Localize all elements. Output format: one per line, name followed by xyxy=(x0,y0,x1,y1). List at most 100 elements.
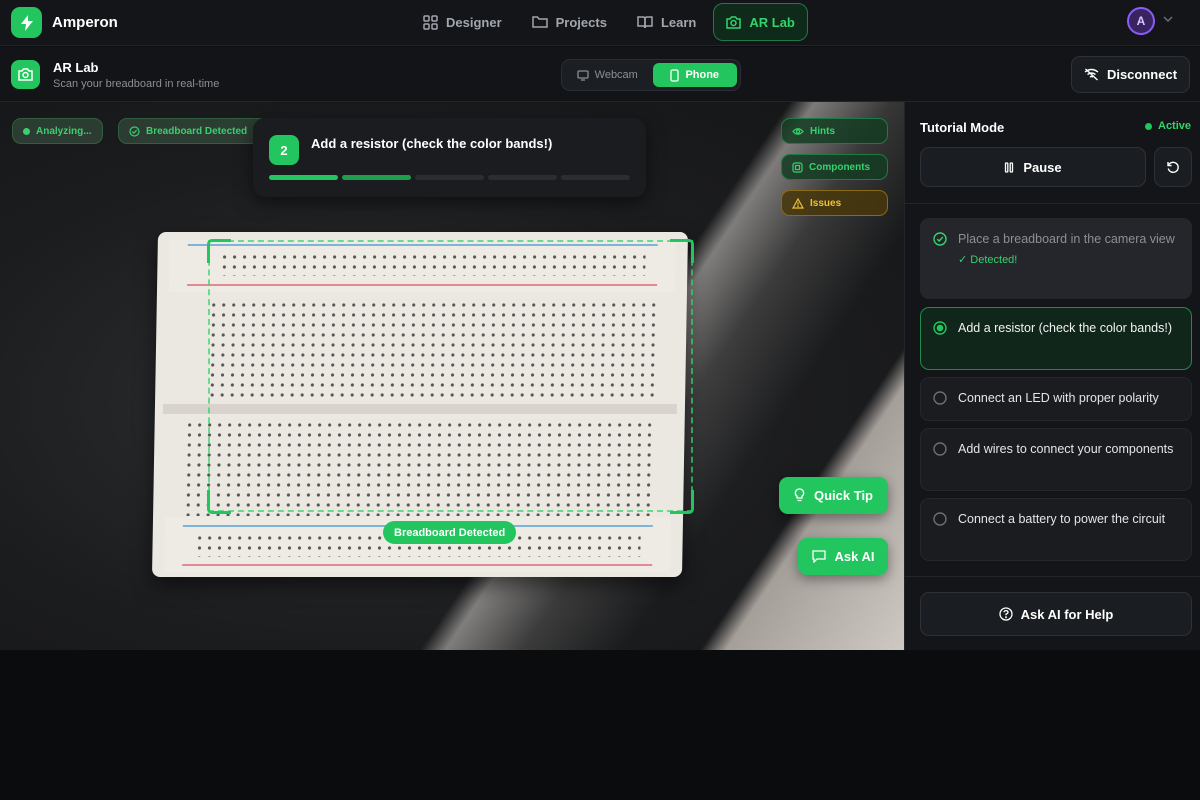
circle-icon xyxy=(933,442,947,456)
tab-projects[interactable]: Projects xyxy=(519,3,620,41)
grid-icon xyxy=(423,14,438,30)
webcam-option[interactable]: Webcam xyxy=(565,63,650,87)
circle-icon xyxy=(933,391,947,405)
progress-segment xyxy=(269,175,338,180)
ask-help-label: Ask AI for Help xyxy=(1020,606,1114,622)
tutorial-title: Tutorial Mode xyxy=(920,120,1005,135)
analyzing-status: Analyzing... xyxy=(12,118,103,144)
chevron-down-icon[interactable] xyxy=(1162,13,1174,25)
hints-label: Hints xyxy=(810,125,835,137)
main-tabs: Designer Projects Learn AR Lab xyxy=(410,3,808,41)
detected-status: Breadboard Detected xyxy=(118,118,268,144)
eye-icon xyxy=(792,127,804,135)
message-icon xyxy=(811,550,826,563)
current-step-card: 2 Add a resistor (check the color bands!… xyxy=(253,118,646,197)
step-text: Connect an LED with proper polarity xyxy=(958,391,1159,405)
camera-icon xyxy=(726,15,742,29)
tutorial-panel: Tutorial Mode Active Pause Place a bread… xyxy=(904,102,1200,650)
wifi-off-icon xyxy=(1084,68,1099,81)
tutorial-step[interactable]: Connect a battery to power the circuit xyxy=(920,498,1192,561)
progress-segment xyxy=(488,175,557,180)
top-nav: Amperon Designer Projects Learn AR Lab A xyxy=(0,0,1200,46)
components-label: Components xyxy=(809,161,871,173)
tab-label: Projects xyxy=(555,14,607,30)
tutorial-step[interactable]: Connect an LED with proper polarity xyxy=(920,377,1192,421)
tutorial-step[interactable]: Place a breadboard in the camera view ✓ … xyxy=(920,218,1192,299)
status-badge: Active xyxy=(1145,120,1191,132)
rotate-ccw-icon xyxy=(1167,161,1179,173)
tab-label: Designer xyxy=(446,14,502,30)
book-icon xyxy=(637,16,653,29)
radio-selected-icon xyxy=(933,321,947,335)
step-text: Add wires to connect your components xyxy=(958,442,1174,456)
ask-ai-help-button[interactable]: Ask AI for Help xyxy=(920,592,1192,636)
step-text: Add a resistor (check the color bands!) xyxy=(958,321,1172,335)
source-toggle: Webcam Phone xyxy=(561,59,741,91)
detection-corner xyxy=(207,239,231,263)
tab-learn[interactable]: Learn xyxy=(624,3,709,41)
monitor-icon xyxy=(576,69,589,81)
divider xyxy=(905,576,1200,577)
disconnect-button[interactable]: Disconnect xyxy=(1071,56,1190,93)
pause-icon xyxy=(1005,161,1014,173)
tab-designer[interactable]: Designer xyxy=(410,3,515,41)
help-circle-icon xyxy=(998,607,1013,621)
hints-toggle[interactable]: Hints xyxy=(781,118,888,144)
restart-button[interactable] xyxy=(1154,147,1192,187)
progress-segment xyxy=(561,175,630,180)
step-text: Connect a battery to power the circuit xyxy=(958,512,1166,526)
warning-icon xyxy=(792,197,804,209)
step-text: Place a breadboard in the camera view xyxy=(958,232,1175,246)
detection-corner xyxy=(670,490,694,514)
check-circle-icon xyxy=(129,125,140,137)
camera-icon xyxy=(11,60,40,89)
circle-icon xyxy=(933,512,947,526)
quick-tip-button[interactable]: Quick Tip xyxy=(779,477,888,514)
avatar[interactable]: A xyxy=(1127,7,1155,35)
detection-box xyxy=(208,240,693,512)
status-dot xyxy=(1145,122,1152,130)
step-note: ✓ Detected! xyxy=(958,254,1018,266)
progress-segment xyxy=(415,175,484,180)
tutorial-step[interactable]: Add a resistor (check the color bands!) xyxy=(920,307,1192,370)
chip-icon xyxy=(792,161,803,173)
issues-toggle[interactable]: Issues xyxy=(781,190,888,216)
folder-icon xyxy=(531,16,548,28)
pause-button[interactable]: Pause xyxy=(920,147,1146,187)
detection-corner xyxy=(207,490,231,514)
phone-option[interactable]: Phone xyxy=(652,63,737,87)
tutorial-step[interactable]: Add wires to connect your components xyxy=(920,428,1192,491)
bolt-icon xyxy=(11,7,42,38)
phone-label: Phone xyxy=(685,69,720,81)
detection-corner xyxy=(670,239,694,263)
disconnect-label: Disconnect xyxy=(1106,67,1178,82)
brand[interactable]: Amperon xyxy=(11,7,118,38)
phone-icon xyxy=(670,68,680,82)
detected-status-label: Breadboard Detected xyxy=(146,125,248,137)
progress-segment xyxy=(342,175,411,180)
tab-label: AR Lab xyxy=(749,14,795,30)
quick-tip-label: Quick Tip xyxy=(814,488,873,503)
tab-ar-lab[interactable]: AR Lab xyxy=(713,3,808,41)
status-dot xyxy=(23,127,30,135)
tab-label: Learn xyxy=(660,14,697,30)
step-text: Add a resistor (check the color bands!) xyxy=(311,136,553,151)
app-name: Amperon xyxy=(52,14,118,31)
lightbulb-icon xyxy=(794,488,805,502)
detection-label: Breadboard Detected xyxy=(383,521,517,544)
step-progress xyxy=(269,175,630,180)
page-header: AR Lab Scan your breadboard in real-time… xyxy=(0,47,1200,102)
ask-ai-button[interactable]: Ask AI xyxy=(798,538,888,575)
step-number: 2 xyxy=(269,135,299,165)
ask-ai-label: Ask AI xyxy=(834,549,875,564)
analyzing-label: Analyzing... xyxy=(36,125,92,137)
components-toggle[interactable]: Components xyxy=(781,154,888,180)
status-label: Active xyxy=(1158,120,1192,132)
divider xyxy=(905,203,1200,204)
check-circle-icon xyxy=(933,232,947,246)
pause-label: Pause xyxy=(1023,159,1062,175)
camera-feed[interactable]: Breadboard Detected Analyzing... Breadbo… xyxy=(0,102,904,650)
webcam-label: Webcam xyxy=(594,69,638,81)
page-title: AR Lab xyxy=(53,60,99,75)
issues-label: Issues xyxy=(810,197,842,209)
